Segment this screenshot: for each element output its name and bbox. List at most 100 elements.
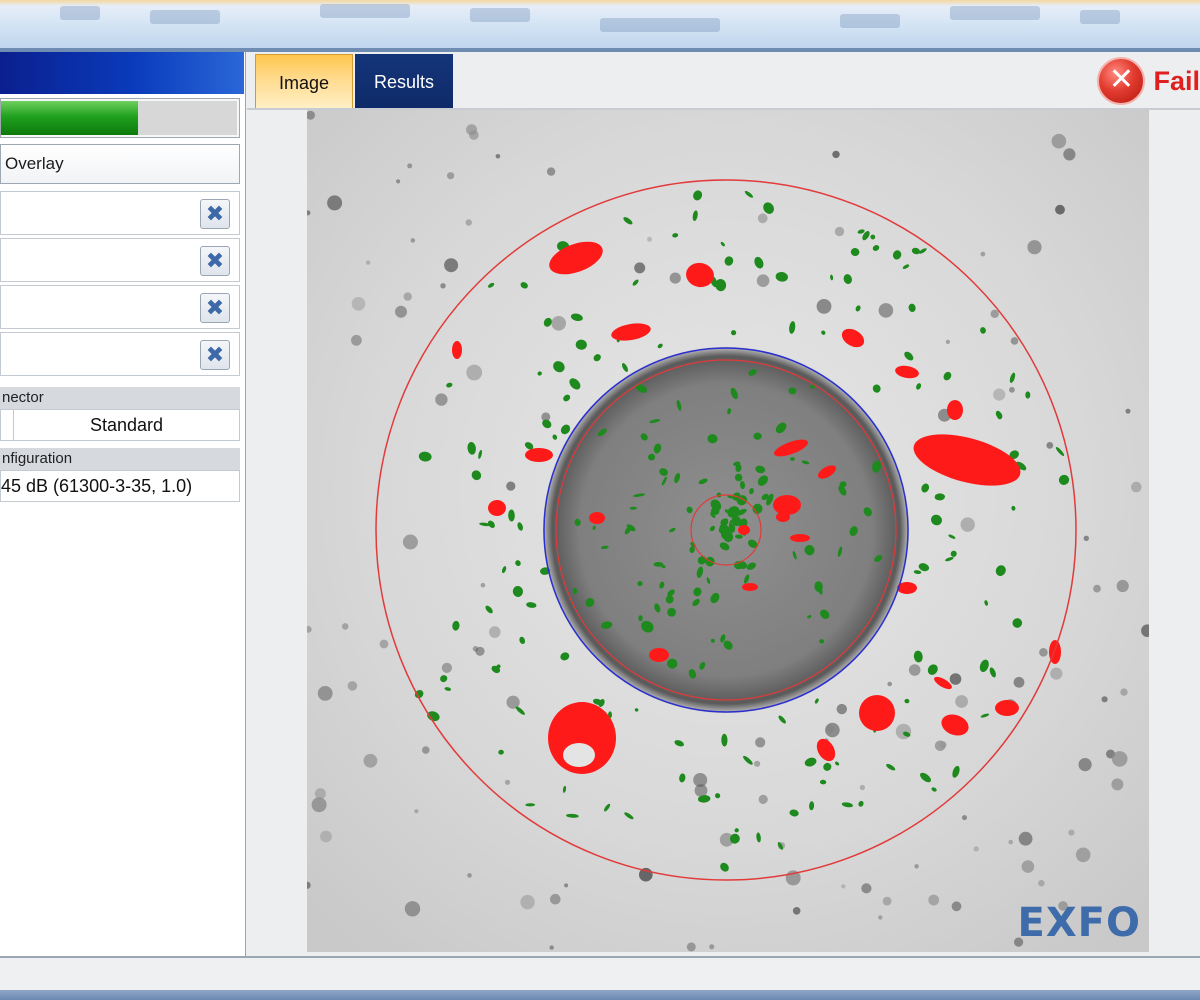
surface-pit xyxy=(1078,758,1092,772)
surface-pit xyxy=(549,945,554,950)
surface-pit xyxy=(816,299,832,314)
surface-pit xyxy=(973,846,979,852)
defect-marker xyxy=(488,500,506,516)
surface-pit xyxy=(634,262,646,274)
status-indicator: ✕ Fail xyxy=(1097,56,1200,106)
overlay-button[interactable]: Overlay xyxy=(0,144,240,184)
surface-pit xyxy=(757,213,768,224)
connector-header: nector xyxy=(0,387,240,409)
surface-pit xyxy=(1111,778,1124,791)
surface-pit xyxy=(754,760,761,767)
surface-pit xyxy=(404,901,421,917)
surface-pit xyxy=(709,944,715,950)
surface-pit xyxy=(1131,481,1142,493)
surface-pit xyxy=(792,907,801,915)
surface-pit xyxy=(834,226,845,237)
surface-pit xyxy=(379,639,389,649)
close-x-icon[interactable]: ✖ xyxy=(200,246,230,276)
surface-pit xyxy=(755,737,766,748)
defect-marker xyxy=(995,700,1019,716)
surface-pit xyxy=(859,784,866,791)
surface-pit xyxy=(1063,148,1076,161)
connector-row[interactable]: Standard xyxy=(0,409,240,441)
surface-pit xyxy=(1038,880,1045,887)
surface-pit xyxy=(960,517,975,532)
defect-marker xyxy=(525,448,553,462)
configuration-row[interactable]: 45 dB (61300-3-35, 1.0) xyxy=(0,470,240,502)
surface-pit xyxy=(1051,133,1067,149)
surface-pit xyxy=(407,163,413,169)
surface-pit xyxy=(363,753,378,768)
fail-x-icon: ✕ xyxy=(1097,57,1146,105)
surface-pit xyxy=(1021,860,1035,873)
surface-pit xyxy=(861,883,872,894)
surface-pit xyxy=(841,884,846,889)
surface-pit xyxy=(466,124,478,136)
surface-pit xyxy=(440,283,446,289)
surface-pit xyxy=(341,623,349,630)
surface-pit xyxy=(1083,535,1089,541)
surface-pit xyxy=(1008,839,1013,845)
taskbar xyxy=(0,990,1200,1000)
defect-marker xyxy=(773,495,801,515)
tab-results[interactable]: Results xyxy=(355,54,453,110)
surface-pit xyxy=(466,364,483,381)
progress-fill xyxy=(1,101,138,135)
surface-pit xyxy=(475,646,485,656)
surface-pit xyxy=(447,172,455,180)
connector-value: Standard xyxy=(89,415,164,435)
close-x-icon[interactable]: ✖ xyxy=(200,293,230,323)
list-item[interactable]: ✖ xyxy=(0,285,240,329)
surface-pit xyxy=(882,896,892,906)
tab-image[interactable]: Image xyxy=(255,54,353,110)
surface-pit xyxy=(365,260,371,265)
surface-pit xyxy=(1027,240,1042,255)
progress-bar xyxy=(0,98,240,138)
list-item[interactable]: ✖ xyxy=(0,191,240,235)
surface-pit xyxy=(465,219,472,226)
surface-pit xyxy=(1018,831,1033,846)
surface-pit xyxy=(1101,696,1108,703)
surface-pit xyxy=(669,272,681,284)
surface-pit xyxy=(327,195,343,211)
surface-pit xyxy=(928,894,940,906)
surface-pit xyxy=(1068,829,1075,836)
surface-pit xyxy=(311,797,327,813)
surface-pit xyxy=(895,723,912,740)
exfo-logo: EXFO xyxy=(1017,900,1141,946)
surface-pit xyxy=(951,901,962,912)
surface-pit xyxy=(1055,204,1065,215)
list-item[interactable]: ✖ xyxy=(0,238,240,282)
surface-pit xyxy=(990,309,999,318)
panel-header xyxy=(0,52,244,94)
list-item[interactable]: ✖ xyxy=(0,332,240,376)
surface-pit xyxy=(320,830,332,843)
surface-pit xyxy=(444,258,459,273)
surface-pit xyxy=(878,303,894,318)
surface-pit xyxy=(1009,386,1015,393)
status-bar xyxy=(0,956,1200,990)
status-label: Fail xyxy=(1153,65,1200,96)
close-x-icon[interactable]: ✖ xyxy=(200,340,230,370)
defect-marker xyxy=(947,400,963,420)
defect-marker xyxy=(859,695,895,731)
surface-pit xyxy=(546,167,556,176)
defect-marker xyxy=(742,583,758,591)
left-panel: Overlay ✖ ✖ ✖ ✖ nector Standard nfigurat… xyxy=(0,52,246,956)
surface-pit xyxy=(441,662,452,674)
surface-pit xyxy=(1120,688,1128,696)
surface-pit xyxy=(351,297,366,311)
surface-pit xyxy=(351,334,362,346)
surface-pit xyxy=(962,815,967,821)
surface-pit xyxy=(395,305,407,318)
close-x-icon[interactable]: ✖ xyxy=(200,199,230,229)
surface-pit xyxy=(836,703,847,715)
defect-marker xyxy=(738,525,750,535)
surface-pit xyxy=(647,236,652,242)
surface-pit xyxy=(550,893,561,905)
scratch-marker xyxy=(572,587,578,595)
surface-pit xyxy=(1010,337,1019,345)
surface-pit xyxy=(495,154,501,159)
surface-pit xyxy=(396,179,401,184)
fiber-inspection-image[interactable]: EXFO xyxy=(307,110,1149,952)
